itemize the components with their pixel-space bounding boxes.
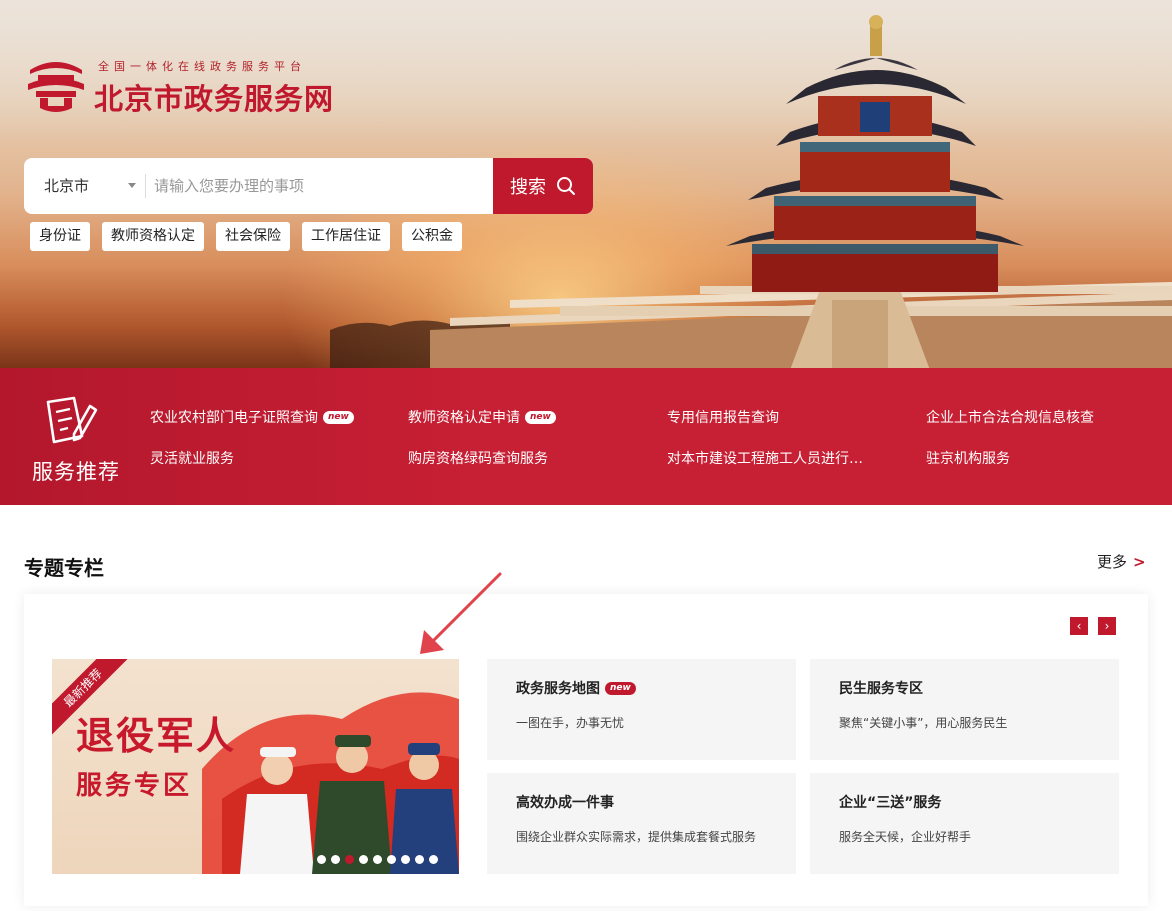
- hot-tag-housing-fund[interactable]: 公积金: [402, 222, 462, 251]
- card-title: 政务服务地图 new: [516, 678, 636, 698]
- hot-search-tags: 身份证 教师资格认定 社会保险 工作居住证 公积金: [30, 222, 462, 251]
- service-link-construction-workers[interactable]: 对本市建设工程施工人员进行…: [667, 448, 863, 468]
- card-description: 聚焦“关键小事”，用心服务民生: [839, 716, 1008, 730]
- topic-card-service-map[interactable]: 政务服务地图 new 一图在手，办事无忧: [487, 659, 796, 760]
- band-shade: [0, 368, 1172, 505]
- card-title: 民生服务专区: [839, 678, 923, 698]
- card-description: 围绕企业群众实际需求，提供集成套餐式服务: [516, 830, 757, 844]
- service-recommendation-band: 服务推荐 农业农村部门电子证照查询 new 教师资格认定申请 new 专用信用报…: [0, 368, 1172, 505]
- card-title-label: 民生服务专区: [839, 681, 923, 697]
- service-link-label: 农业农村部门电子证照查询: [150, 410, 318, 426]
- region-select[interactable]: 北京市: [24, 158, 122, 214]
- service-link-label: 专用信用报告查询: [667, 410, 779, 426]
- service-link-label: 驻京机构服务: [926, 451, 1010, 467]
- service-link-flexible-employment[interactable]: 灵活就业服务: [150, 448, 234, 468]
- chevron-right-icon: >: [1133, 553, 1146, 571]
- carousel-dot[interactable]: [387, 855, 396, 864]
- more-link[interactable]: 更多 >: [1097, 551, 1146, 572]
- carousel-dot[interactable]: [345, 855, 354, 864]
- hot-tag-work-residence[interactable]: 工作居住证: [302, 222, 390, 251]
- banner-subtitle: 服务专区: [76, 771, 193, 801]
- card-title-label: 高效办成一件事: [516, 795, 614, 811]
- hot-tag-social-insurance[interactable]: 社会保险: [216, 222, 290, 251]
- topics-section-title: 专题专栏: [24, 556, 104, 580]
- carousel-dot[interactable]: [415, 855, 424, 864]
- new-badge: new: [525, 410, 556, 424]
- service-link-housing-green-code[interactable]: 购房资格绿码查询服务: [408, 448, 548, 468]
- veterans-banner[interactable]: 最新推荐 退役军人 服务专区: [52, 659, 459, 874]
- card-title-label: 政务服务地图: [516, 681, 600, 697]
- card-title-label: 企业“三送”服务: [839, 795, 942, 811]
- service-link-beijing-offices[interactable]: 驻京机构服务: [926, 448, 1010, 468]
- site-name: 北京市政务服务网: [94, 82, 335, 116]
- hot-tag-teacher-cert[interactable]: 教师资格认定: [102, 222, 204, 251]
- new-badge: new: [323, 410, 354, 424]
- carousel-dot[interactable]: [331, 855, 340, 864]
- topic-card-enterprise-service[interactable]: 企业“三送”服务 服务全天候，企业好帮手: [810, 773, 1119, 874]
- carousel-dot[interactable]: [429, 855, 438, 864]
- service-recommendation-title: 服务推荐: [32, 460, 120, 484]
- document-pen-icon: [46, 396, 98, 444]
- service-link-label: 购房资格绿码查询服务: [408, 451, 548, 467]
- new-badge: new: [605, 681, 636, 695]
- card-title: 企业“三送”服务: [839, 792, 941, 812]
- carousel-dot[interactable]: [359, 855, 368, 864]
- search-button[interactable]: 搜索: [493, 158, 593, 214]
- card-title: 高效办成一件事: [516, 792, 614, 812]
- service-link-label: 企业上市合法合规信息核查: [926, 410, 1094, 426]
- platform-slogan: 全国一体化在线政务服务平台: [98, 60, 306, 73]
- carousel-dot[interactable]: [401, 855, 410, 864]
- veterans-salute-illustration: [202, 692, 459, 874]
- service-link-teacher-cert[interactable]: 教师资格认定申请 new: [408, 407, 556, 427]
- topics-panel: ‹ › 最新推荐 退役军人 服务专区 政务服务地图 new 一图在手，办事无忧 …: [24, 594, 1148, 906]
- topic-card-one-thing[interactable]: 高效办成一件事 围绕企业群众实际需求，提供集成套餐式服务: [487, 773, 796, 874]
- carousel-prev-button[interactable]: ‹: [1070, 617, 1088, 635]
- caret-down-icon[interactable]: [128, 183, 136, 188]
- service-link-ipo-compliance[interactable]: 企业上市合法合规信息核查: [926, 407, 1094, 427]
- banner-title: 退役军人: [76, 714, 237, 758]
- carousel-dot[interactable]: [373, 855, 382, 864]
- service-link-label: 教师资格认定申请: [408, 410, 520, 426]
- service-link-label: 灵活就业服务: [150, 451, 234, 467]
- service-link-label: 对本市建设工程施工人员进行…: [667, 451, 863, 467]
- service-link-agri-certificate[interactable]: 农业农村部门电子证照查询 new: [150, 407, 354, 427]
- hot-tag-id-card[interactable]: 身份证: [30, 222, 90, 251]
- hero-banner: 全国一体化在线政务服务平台 北京市政务服务网 北京市 搜索 身份证 教师资格认定…: [0, 0, 1172, 368]
- card-description: 一图在手，办事无忧: [516, 716, 625, 730]
- tiantan-logo-icon: [28, 62, 84, 112]
- carousel-next-button[interactable]: ›: [1098, 617, 1116, 635]
- carousel-dot[interactable]: [317, 855, 326, 864]
- search-icon: [557, 177, 575, 195]
- service-link-credit-report[interactable]: 专用信用报告查询: [667, 407, 779, 427]
- topic-card-livelihood[interactable]: 民生服务专区 聚焦“关键小事”，用心服务民生: [810, 659, 1119, 760]
- more-link-label: 更多: [1097, 553, 1128, 571]
- search-divider: [145, 174, 146, 198]
- carousel-dots: [317, 855, 438, 864]
- card-description: 服务全天候，企业好帮手: [839, 830, 972, 844]
- search-button-label: 搜索: [510, 177, 546, 198]
- site-logo[interactable]: 全国一体化在线政务服务平台 北京市政务服务网: [24, 54, 344, 120]
- search-input[interactable]: [154, 171, 484, 201]
- search-bar: 北京市 搜索: [24, 158, 593, 214]
